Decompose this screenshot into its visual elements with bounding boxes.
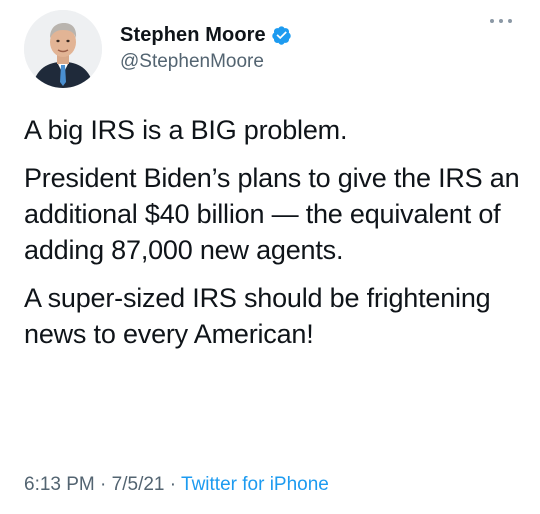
tweet-paragraph: A super-sized IRS should be frightening …: [24, 283, 491, 349]
more-dot: [490, 19, 494, 23]
tweet-header: Stephen Moore @StephenMoore: [24, 10, 516, 88]
tweet-time[interactable]: 6:13 PM: [24, 474, 95, 495]
tweet-metadata: 6:13 PM · 7/5/21 · Twitter for iPhone: [24, 474, 329, 496]
author-info: Stephen Moore @StephenMoore: [120, 22, 292, 73]
more-dot: [508, 19, 512, 23]
tweet-text: A big IRS is a BIG problem. President Bi…: [24, 112, 524, 364]
meta-separator: ·: [164, 474, 182, 495]
more-options-icon[interactable]: [490, 14, 512, 28]
profile-photo-icon: [24, 10, 102, 88]
verified-badge-icon: [271, 25, 292, 46]
tweet-source-link[interactable]: Twitter for iPhone: [181, 474, 329, 495]
meta-separator: ·: [94, 474, 112, 495]
tweet-paragraph: A big IRS is a BIG problem.: [24, 115, 348, 145]
avatar[interactable]: [24, 10, 102, 88]
tweet-paragraph: President Biden’s plans to give the IRS …: [24, 163, 520, 265]
tweet-card: Stephen Moore @StephenMoore A big IRS is…: [0, 0, 540, 514]
more-dot: [499, 19, 503, 23]
display-name[interactable]: Stephen Moore: [120, 24, 266, 47]
display-name-row: Stephen Moore: [120, 22, 292, 48]
user-handle[interactable]: @StephenMoore: [120, 51, 292, 73]
tweet-date[interactable]: 7/5/21: [112, 474, 165, 495]
